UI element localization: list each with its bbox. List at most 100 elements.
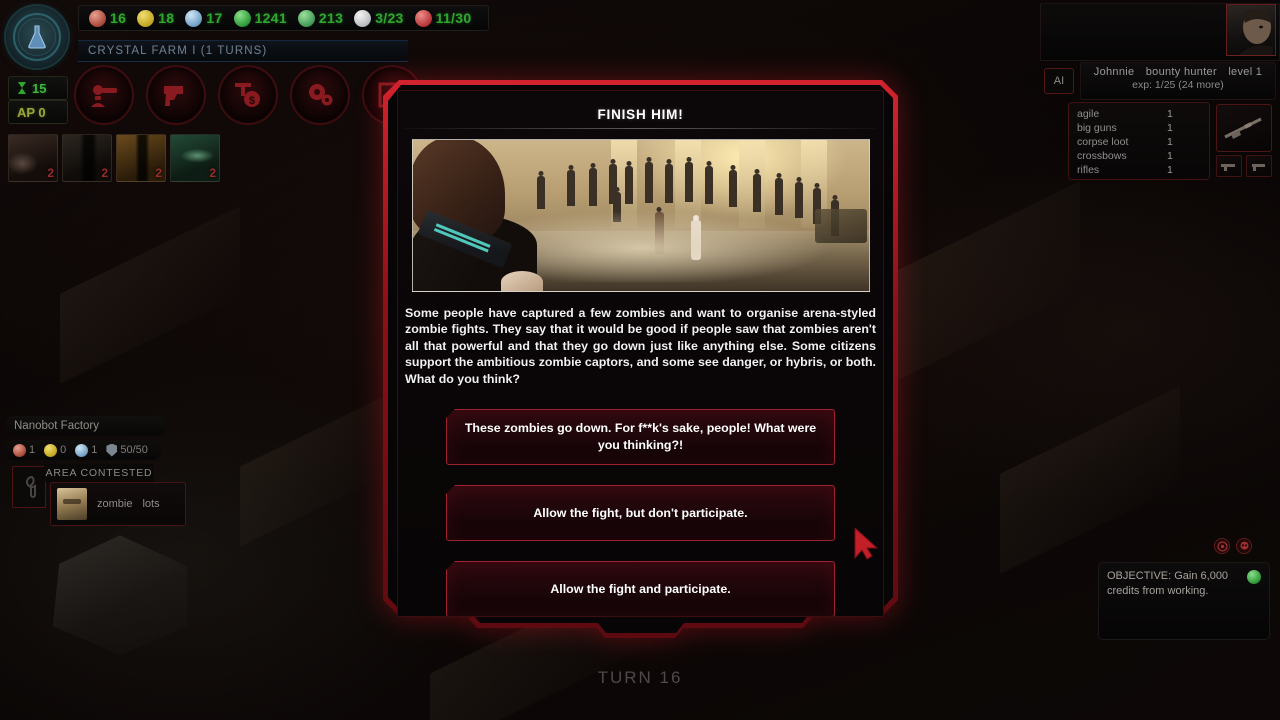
dialog-title-divider	[404, 128, 877, 129]
crowd-figure	[684, 162, 693, 202]
gears-icon	[309, 84, 333, 106]
character-level: level 1	[1228, 66, 1263, 78]
skill-name: agile	[1077, 108, 1100, 120]
flask-icon	[28, 25, 46, 49]
character-name: Johnnie	[1093, 66, 1135, 78]
time-value: 15	[32, 80, 47, 96]
skill-name: big guns	[1077, 122, 1117, 134]
weapon-slot-2[interactable]	[1246, 155, 1272, 177]
food-icon	[13, 443, 26, 457]
target-icon[interactable]	[1214, 538, 1230, 554]
resource-fuel[interactable]: 213	[297, 9, 344, 27]
build-slot[interactable]	[12, 466, 46, 508]
pistol-icon	[164, 86, 183, 106]
ai-toggle-button[interactable]: AI	[1044, 68, 1074, 94]
time-chip: 15	[8, 76, 68, 100]
mouse-cursor-icon	[854, 528, 879, 560]
action-settings-button[interactable]	[290, 65, 350, 125]
unit-card[interactable]: 2	[170, 134, 220, 182]
ap-value: AP 0	[17, 104, 46, 120]
dialog-choices: These zombies go down. For f**k's sake, …	[398, 409, 883, 616]
ap-chip: AP 0	[8, 100, 68, 124]
character-header: Johnnie bounty hunter level 1 exp: 1/25 …	[1080, 62, 1276, 100]
dialog-choice-1[interactable]: These zombies go down. For f**k's sake, …	[446, 409, 835, 466]
resource-bar: 16 18 17 1241 213 3/23 11/30	[78, 5, 490, 31]
resource-credits[interactable]: 1241	[233, 9, 287, 27]
character-identity: Johnnie bounty hunter level 1	[1081, 66, 1275, 78]
unit-card[interactable]: 2	[116, 134, 166, 182]
area-gold-value: 0	[60, 444, 67, 456]
shield-icon	[106, 443, 118, 457]
fuel-value: 213	[318, 10, 344, 26]
weapon-slot-1[interactable]	[1216, 155, 1242, 177]
turn-counter: TURN 16	[0, 668, 1280, 688]
skill-name: corpse loot	[1077, 136, 1129, 148]
skill-row[interactable]: rifles 1	[1077, 163, 1201, 177]
card-badge: 2	[209, 166, 216, 180]
character-icon	[91, 85, 117, 107]
resource-troops[interactable]: 11/30	[414, 9, 472, 27]
skill-row[interactable]: agile 1	[1077, 107, 1201, 121]
objective-panel: OBJECTIVE: Gain 6,000 credits from worki…	[1098, 562, 1270, 640]
enemy-info-box[interactable]: zombie lots	[50, 482, 186, 526]
skill-row[interactable]: crossbows 1	[1077, 149, 1201, 163]
turn-label: TURN 16	[597, 668, 683, 687]
svg-text:$: $	[249, 95, 255, 107]
action-trade-button[interactable]: $	[218, 65, 278, 125]
power-icon	[354, 9, 372, 27]
dialog-illustration	[411, 139, 870, 292]
research-status-bar[interactable]: CRYSTAL FARM I (1 TURNS)	[78, 40, 408, 62]
resource-power[interactable]: 3/23	[354, 9, 404, 27]
skull-icon[interactable]	[1236, 538, 1252, 554]
credits-icon	[1247, 570, 1261, 584]
zombie-face-icon	[57, 488, 87, 520]
dialog-choice-2[interactable]: Allow the fight, but don't participate.	[446, 485, 835, 542]
food-icon	[89, 9, 106, 27]
water-icon	[75, 443, 89, 457]
resource-water[interactable]: 17	[185, 9, 223, 27]
pistol-icon	[1252, 164, 1265, 171]
objective-text: OBJECTIVE: Gain 6,000 credits from worki…	[1107, 570, 1229, 597]
food-value: 16	[110, 10, 127, 26]
enemy-type: zombie	[97, 498, 133, 510]
gold-icon	[137, 9, 155, 27]
water-value: 17	[206, 10, 223, 26]
area-status-text: AREA CONTESTED	[45, 467, 153, 479]
skill-row[interactable]: big guns 1	[1077, 121, 1201, 135]
building-model	[52, 535, 188, 655]
character-class: bounty hunter	[1145, 66, 1217, 78]
skill-row[interactable]: corpse loot 1	[1077, 135, 1201, 149]
area-name-text: Nanobot Factory	[14, 420, 100, 432]
dialog-body-text: Some people have captured a few zombies …	[405, 306, 876, 386]
unit-card-row: 2 2 2 2	[8, 134, 220, 182]
avatar[interactable]	[1226, 4, 1276, 56]
skill-value: 1	[1167, 122, 1173, 134]
area-food-value: 1	[29, 444, 36, 456]
gold-value: 18	[158, 10, 175, 26]
skill-value: 1	[1167, 108, 1173, 120]
area-hp-value: 50/50	[120, 444, 148, 456]
observer-hand	[500, 271, 543, 291]
area-water-value: 1	[91, 444, 98, 456]
smg-icon	[1221, 164, 1235, 171]
troops-icon	[414, 9, 432, 27]
action-character-button[interactable]	[74, 65, 134, 125]
resource-gold[interactable]: 18	[137, 9, 175, 27]
weapon-slot-main[interactable]	[1216, 104, 1272, 152]
area-name-label: Nanobot Factory	[6, 416, 166, 436]
action-weapons-button[interactable]	[146, 65, 206, 125]
fuel-icon	[297, 9, 315, 27]
card-badge: 2	[155, 166, 162, 180]
resource-food[interactable]: 16	[89, 9, 127, 27]
area-status-badge: AREA CONTESTED	[44, 464, 154, 482]
dialog-title: FINISH HIM!	[597, 107, 684, 122]
dialog-choice-3[interactable]: Allow the fight and participate.	[446, 561, 835, 616]
rifle-icon	[1224, 117, 1262, 139]
credits-icon	[233, 9, 251, 27]
unit-card[interactable]: 2	[62, 134, 112, 182]
power-value: 3/23	[375, 10, 404, 26]
skill-value: 1	[1167, 150, 1173, 162]
event-dialog: FINISH HIM! Some people have captured a …	[383, 80, 898, 638]
research-flask-icon[interactable]	[6, 6, 68, 68]
unit-card[interactable]: 2	[8, 134, 58, 182]
